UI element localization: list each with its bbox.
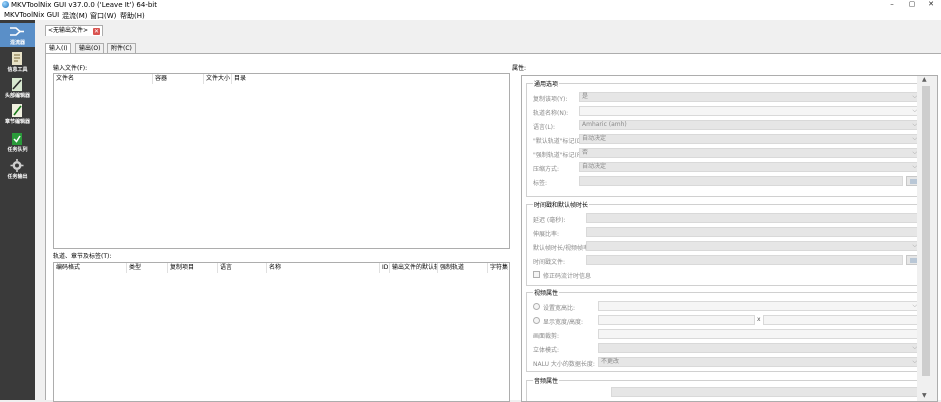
scroll-up-icon[interactable]: ▲ bbox=[922, 76, 927, 83]
nalu-size-label: NALU 大小的数据长度: bbox=[533, 361, 595, 368]
default-duration-select[interactable]: ⌵ bbox=[586, 241, 920, 251]
tracks-label: 轨道、章节及标签(T): bbox=[53, 253, 112, 260]
stretch-label: 伸展比率: bbox=[533, 231, 560, 238]
default-duration-label: 默认帧时长/视频帧率: bbox=[533, 245, 592, 252]
language-label: 语言(L): bbox=[533, 124, 556, 131]
fix-bitstream-checkbox[interactable] bbox=[533, 271, 540, 278]
aspect-ratio-select[interactable]: ⌵ bbox=[598, 301, 920, 311]
sidebar-item-job-queue[interactable]: 任务队列 bbox=[0, 130, 35, 154]
delay-label: 延迟 (毫秒): bbox=[533, 217, 566, 224]
job-output-icon bbox=[10, 159, 24, 172]
close-tab-icon[interactable]: ✕ bbox=[93, 28, 101, 35]
menu-mkvtoolnix[interactable]: MKVToolNix GUI bbox=[4, 11, 59, 19]
column-header-container[interactable]: 容器 bbox=[153, 74, 204, 84]
compression-select[interactable]: 自动决定 ⌵ bbox=[579, 162, 920, 172]
scrollbar-thumb[interactable] bbox=[922, 86, 930, 376]
display-size-radio[interactable] bbox=[533, 317, 540, 324]
sidebar-item-info-tool[interactable]: 信息工具 bbox=[0, 50, 35, 74]
sidebar-item-header-editor[interactable]: 头部编辑器 bbox=[0, 76, 35, 100]
header-editor-icon bbox=[12, 78, 22, 91]
display-size-label: 显示宽度/高度: bbox=[543, 319, 584, 326]
main-content: <无输出文件> ✕ 输入(I) 输出(O) 附件(C) 输入文件(F): 文件名… bbox=[35, 20, 941, 402]
stereo-mode-label: 立体模式: bbox=[533, 347, 560, 354]
stretch-input[interactable] bbox=[586, 227, 920, 237]
scroll-down-icon[interactable]: ▼ bbox=[922, 392, 927, 399]
display-height-input[interactable] bbox=[763, 315, 920, 325]
video-properties-group: 视频属性 设置宽高比: ⌵ 显示宽度/高度: x 画面裁剪: 立体模式: ⌵ N… bbox=[526, 288, 924, 372]
maximize-button[interactable]: ▢ bbox=[902, 0, 922, 9]
app-icon bbox=[2, 1, 9, 8]
menu-bar: MKVToolNix GUI 混流(M) 窗口(W) 帮助(H) bbox=[0, 10, 941, 20]
default-track-flag-label: "默认轨道"标记(D): bbox=[533, 138, 586, 145]
compression-label: 压缩方式: bbox=[533, 166, 560, 173]
audio-properties-title: 音频属性 bbox=[533, 376, 560, 385]
crop-input[interactable] bbox=[598, 329, 920, 339]
aspect-ratio-radio[interactable] bbox=[533, 303, 540, 310]
column-header-name[interactable]: 名称 bbox=[267, 263, 380, 273]
crop-label: 画面裁剪: bbox=[533, 333, 560, 340]
column-header-language[interactable]: 语言 bbox=[218, 263, 267, 273]
general-options-title: 通用选项 bbox=[533, 79, 560, 88]
doc-tab-no-output[interactable]: <无输出文件> ✕ bbox=[45, 25, 104, 36]
merge-icon bbox=[10, 27, 24, 36]
input-files-list[interactable]: 文件名 容器 文件大小 目录 bbox=[53, 73, 510, 249]
input-tab-panel: 输入文件(F): 文件名 容器 文件大小 目录 轨道、章节及标签(T): 编码格… bbox=[45, 53, 941, 402]
timestamp-file-input[interactable] bbox=[586, 255, 903, 265]
column-header-filesize[interactable]: 文件大小 bbox=[204, 74, 232, 84]
copy-item-label: 复制该项(Y): bbox=[533, 96, 568, 103]
sidebar-item-job-output[interactable]: 任务输出 bbox=[0, 157, 35, 181]
timing-group: 时间戳和默认帧时长 延迟 (毫秒): 伸展比率: 默认帧时长/视频帧率: ⌵ 时… bbox=[526, 200, 924, 286]
video-properties-title: 视频属性 bbox=[533, 288, 560, 297]
doc-tab-label: <无输出文件> bbox=[48, 27, 89, 34]
language-select[interactable]: Amharic (amh) ⌵ bbox=[579, 120, 920, 130]
track-name-label: 轨道名称(N): bbox=[533, 110, 569, 117]
timestamp-file-label: 时间戳文件: bbox=[533, 259, 566, 266]
tags-label: 标签: bbox=[533, 180, 548, 187]
column-header-directory[interactable]: 目录 bbox=[232, 74, 292, 84]
column-header-type[interactable]: 类型 bbox=[127, 263, 168, 273]
input-files-label: 输入文件(F): bbox=[53, 65, 88, 72]
copy-item-select[interactable]: 是 ⌵ bbox=[579, 92, 920, 102]
properties-scrollbar[interactable]: ▲ ▼ bbox=[917, 76, 937, 401]
delay-input[interactable] bbox=[586, 213, 920, 223]
tracks-list[interactable]: 编码格式 类型 复制项目 语言 名称 ID 输出文件的默认轨 强制轨道 字符集 bbox=[53, 262, 510, 402]
sidebar-item-merge[interactable]: 混流器 bbox=[0, 23, 35, 47]
stereo-mode-select[interactable]: ⌵ bbox=[598, 343, 920, 353]
column-header-charset[interactable]: 字符集 bbox=[488, 263, 510, 273]
column-header-forced-track[interactable]: 强制轨道 bbox=[438, 263, 488, 273]
nalu-size-select[interactable]: 不更改 ⌵ bbox=[598, 357, 920, 367]
forced-track-flag-label: "强制轨道"标记(F): bbox=[533, 152, 585, 159]
column-header-default-track[interactable]: 输出文件的默认轨 bbox=[390, 263, 438, 273]
properties-panel: 通用选项 复制该项(Y): 是 ⌵ 轨道名称(N): ⌵ 语言(L): Amhar… bbox=[521, 75, 938, 402]
timing-title: 时间戳和默认帧时长 bbox=[533, 200, 590, 209]
tool-sidebar: 混流器 信息工具 头部编辑器 章节编辑器 任务队列 任务输出 bbox=[0, 20, 35, 400]
tags-input[interactable] bbox=[579, 176, 903, 186]
minimize-button[interactable]: – bbox=[882, 0, 902, 9]
audio-properties-group: 音频属性 bbox=[526, 376, 924, 401]
column-header-id[interactable]: ID bbox=[380, 263, 390, 273]
default-track-flag-select[interactable]: 自动决定 ⌵ bbox=[579, 134, 920, 144]
column-header-codec[interactable]: 编码格式 bbox=[54, 263, 127, 273]
column-header-filename[interactable]: 文件名 bbox=[54, 74, 153, 84]
forced-track-flag-select[interactable]: 否 ⌵ bbox=[579, 148, 920, 158]
close-button[interactable]: ✕ bbox=[921, 0, 941, 9]
job-queue-icon bbox=[12, 133, 22, 145]
general-options-group: 通用选项 复制该项(Y): 是 ⌵ 轨道名称(N): ⌵ 语言(L): Amhar… bbox=[526, 79, 924, 197]
title-bar: MKVToolNix GUI v37.0.0 ('Leave It') 64-b… bbox=[0, 0, 941, 10]
fix-bitstream-label: 修正码流计时信息 bbox=[543, 273, 592, 280]
aspect-ratio-label: 设置宽高比: bbox=[543, 305, 576, 312]
column-header-copy-item[interactable]: 复制项目 bbox=[168, 263, 218, 273]
properties-label: 属性: bbox=[512, 65, 527, 72]
track-name-input[interactable]: ⌵ bbox=[579, 106, 920, 116]
size-separator: x bbox=[757, 316, 761, 323]
sidebar-item-chapter-editor[interactable]: 章节编辑器 bbox=[0, 102, 35, 126]
info-tool-icon bbox=[12, 52, 22, 65]
chapter-editor-icon bbox=[12, 104, 22, 117]
window-title: MKVToolNix GUI v37.0.0 ('Leave It') 64-b… bbox=[11, 1, 157, 9]
audio-first-control[interactable] bbox=[611, 387, 920, 397]
display-width-input[interactable] bbox=[598, 315, 755, 325]
